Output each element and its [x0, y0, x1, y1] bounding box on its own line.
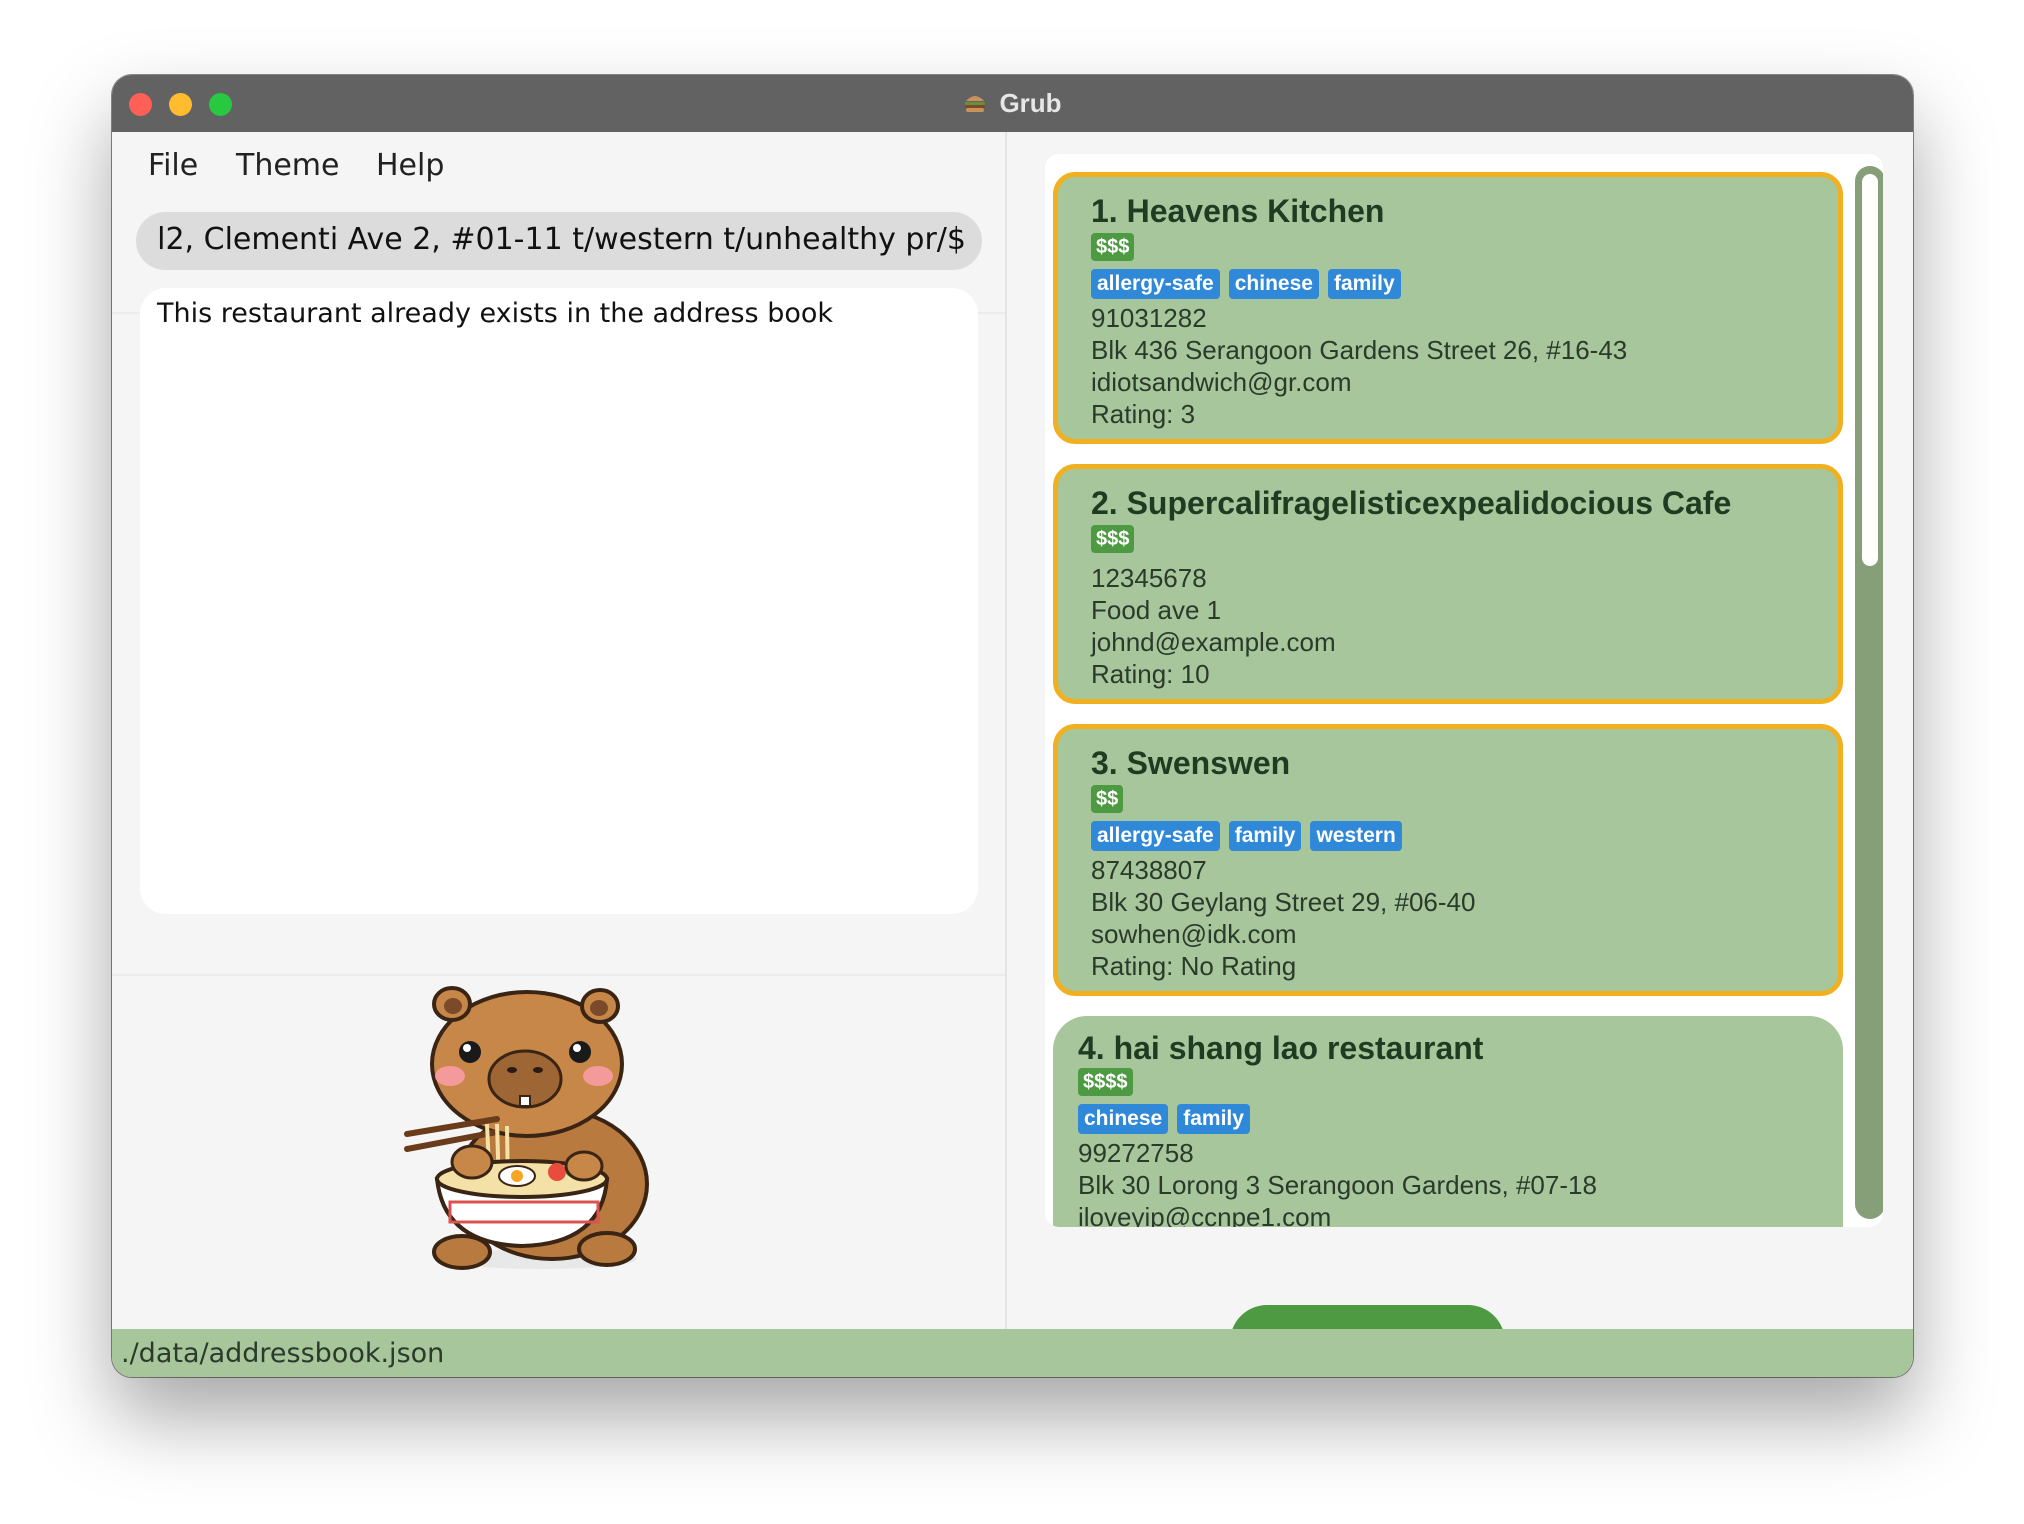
restaurant-address: Blk 30 Lorong 3 Serangoon Gardens, #07-1…	[1078, 1170, 1597, 1200]
scrollbar-thumb[interactable]	[1862, 174, 1878, 566]
menu-file[interactable]: File	[148, 148, 198, 183]
app-window: Grub File Theme Help l2, Clementi Ave 2,…	[112, 75, 1913, 1377]
left-pane: File Theme Help l2, Clementi Ave 2, #01-…	[112, 132, 1005, 1329]
tag-badge: chinese	[1078, 1104, 1169, 1134]
command-input-text: l2, Clementi Ave 2, #01-11 t/western t/u…	[157, 222, 966, 257]
restaurant-phone: 87438807	[1091, 855, 1207, 885]
restaurant-card[interactable]: 3. Swenswen $$ allergy-safe family weste…	[1053, 724, 1843, 996]
price-badge: $$	[1091, 785, 1124, 813]
tag-list: allergy-safe family western	[1091, 821, 1402, 851]
result-display[interactable]: This restaurant already exists in the ad…	[140, 288, 978, 914]
tag-badge: allergy-safe	[1091, 269, 1220, 299]
burger-icon	[965, 96, 986, 112]
tag-badge: chinese	[1228, 269, 1319, 299]
restaurant-rating: Rating: 10	[1091, 659, 1210, 689]
restaurant-name: 3. Swenswen	[1091, 745, 1291, 781]
restaurant-name: 4. hai shang lao restaurant	[1078, 1030, 1484, 1066]
restaurant-email: iloveyip@ccnpe1.com	[1078, 1202, 1332, 1227]
restaurant-rating: Rating: No Rating	[1091, 951, 1297, 981]
restaurant-phone: 99272758	[1078, 1138, 1194, 1168]
restaurant-address: Food ave 1	[1091, 595, 1222, 625]
menu-theme[interactable]: Theme	[236, 148, 339, 183]
tag-badge: family	[1177, 1104, 1250, 1134]
tag-badge: family	[1228, 821, 1302, 851]
menu-help[interactable]: Help	[376, 148, 444, 183]
tag-badge: western	[1310, 821, 1402, 851]
tag-badge: allergy-safe	[1091, 821, 1220, 851]
tag-list: allergy-safe chinese family	[1091, 269, 1401, 299]
right-pane: 1. Heavens Kitchen $$$ allergy-safe chin…	[1007, 132, 1913, 1377]
price-badge: $$$	[1091, 233, 1135, 261]
restaurant-phone: 12345678	[1091, 563, 1207, 593]
restaurant-name: 1. Heavens Kitchen	[1091, 193, 1385, 229]
restaurant-email: sowhen@idk.com	[1091, 919, 1297, 949]
result-message: This restaurant already exists in the ad…	[157, 298, 834, 329]
tag-badge: family	[1327, 269, 1401, 299]
data-file-path: ./data/addressbook.json	[121, 1338, 445, 1369]
restaurant-address: Blk 436 Serangoon Gardens Street 26, #16…	[1091, 335, 1628, 365]
command-input[interactable]: l2, Clementi Ave 2, #01-11 t/western t/u…	[136, 212, 982, 270]
restaurant-address: Blk 30 Geylang Street 29, #06-40	[1091, 887, 1476, 917]
window-title: Grub	[112, 88, 1913, 119]
restaurant-card[interactable]: 1. Heavens Kitchen $$$ allergy-safe chin…	[1053, 172, 1843, 444]
window-title-text: Grub	[999, 88, 1062, 118]
restaurant-card[interactable]: 4. hai shang lao restaurant $$$$ chinese…	[1053, 1016, 1843, 1227]
price-badge: $$$	[1091, 525, 1135, 553]
capybara-mascot-image	[404, 986, 649, 1270]
restaurant-list[interactable]: 1. Heavens Kitchen $$$ allergy-safe chin…	[1045, 154, 1883, 1227]
menu-bar: File Theme Help	[112, 132, 1005, 192]
price-badge: $$$$	[1078, 1068, 1133, 1096]
mascot-area	[112, 974, 1005, 1329]
restaurant-phone: 91031282	[1091, 303, 1207, 333]
restaurant-email: idiotsandwich@gr.com	[1091, 367, 1352, 397]
status-bar: ./data/addressbook.json	[112, 1329, 1913, 1377]
restaurant-card[interactable]: 2. Supercalifragelisticexpealidocious Ca…	[1053, 464, 1843, 704]
restaurant-rating: Rating: 3	[1091, 399, 1196, 429]
title-bar: Grub	[112, 75, 1913, 133]
list-scrollbar[interactable]	[1855, 166, 1883, 1219]
tag-list: chinese family	[1078, 1104, 1250, 1134]
restaurant-email: johnd@example.com	[1091, 627, 1336, 657]
restaurant-name: 2. Supercalifragelisticexpealidocious Ca…	[1091, 485, 1732, 521]
